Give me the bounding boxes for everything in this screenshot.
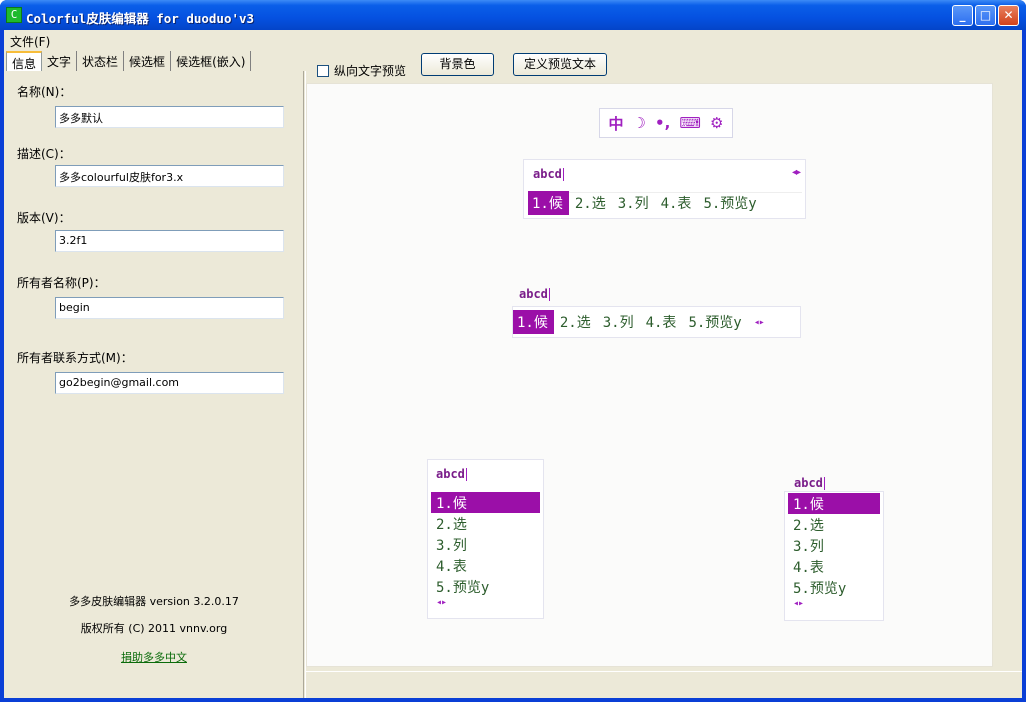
candidate-item: 5.预览y <box>703 196 757 212</box>
vertical-preview-label: 纵向文字预览 <box>334 64 407 78</box>
candidate-item: 5.预览y <box>688 315 742 331</box>
menu-file[interactable]: 文件(F) <box>10 33 50 50</box>
embedded-composition-vertical: abcd <box>794 476 825 490</box>
tab-statusbar[interactable]: 状态栏 <box>77 51 125 71</box>
candidate-item: 2.选 <box>436 517 467 533</box>
tab-candidates[interactable]: 候选框 <box>124 51 172 71</box>
tab-candidates-embedded[interactable]: 候选框(嵌入) <box>171 51 252 71</box>
composition-text: abcd <box>533 167 562 181</box>
version-label: 版本(V)： <box>17 211 71 225</box>
candidate-item: 2.选 <box>574 196 606 212</box>
app-icon: C <box>6 7 22 23</box>
about-version: 多多皮肤编辑器 version 3.2.0.17 <box>69 595 239 608</box>
candidate-item: 4.表 <box>645 315 677 331</box>
candidate-item: 3.列 <box>793 539 824 555</box>
define-preview-text-button[interactable]: 定义预览文本 <box>513 53 607 76</box>
embedded-composition: abcd <box>519 287 550 301</box>
version-field[interactable]: 3.2f1 <box>55 230 284 252</box>
candidate-item: 2.选 <box>793 518 824 534</box>
minimize-button[interactable]: _ <box>952 5 973 26</box>
name-label: 名称(N)： <box>17 85 72 99</box>
preview-area: 中 ☽ •, ⌨ ⚙ abcd ◂▸ 1.候 2.选 3.列 4.表 5.预览y <box>306 83 993 667</box>
candidate-item: 4.表 <box>436 559 467 575</box>
close-button[interactable]: ✕ <box>998 5 1019 26</box>
candidate-item-selected: 1.候 <box>528 191 569 215</box>
app-window: C Colorful皮肤编辑器 for duoduo'v3 _ □ ✕ 文件(F… <box>0 0 1026 702</box>
candidate-window-embedded-vertical: 1.候 2.选 3.列 4.表 5.预览y ◂▸ <box>784 491 884 621</box>
candidate-window-embedded: 1.候 2.选 3.列 4.表 5.预览y ◂▸ <box>512 306 801 338</box>
menu-bar: 文件(F) <box>4 30 1022 49</box>
chinese-mode-icon: 中 <box>608 114 624 133</box>
page-arrows-icon: ◂▸ <box>753 316 765 328</box>
candidate-item-selected: 1.候 <box>431 492 540 513</box>
statusbar-preview: 中 ☽ •, ⌨ ⚙ <box>599 108 733 138</box>
candidate-item: 5.预览y <box>436 580 490 596</box>
candidate-item: 3.列 <box>436 538 467 554</box>
contact-field[interactable]: go2begin@gmail.com <box>55 372 284 394</box>
bottom-divider <box>305 671 1022 672</box>
candidate-item: 3.列 <box>602 315 634 331</box>
client-area: 文件(F) 信息 文字 状态栏 候选框 候选框(嵌入) 名称(N)： 多多默认 … <box>4 30 1022 698</box>
page-arrows-icon: ◂▸ <box>436 597 447 608</box>
candidate-item: 4.表 <box>660 196 692 212</box>
contact-label: 所有者联系方式(M)： <box>17 351 133 365</box>
candidate-item: 4.表 <box>793 560 824 576</box>
candidate-window-vertical: abcd 1.候 2.选 3.列 4.表 5.预览y ◂▸ <box>427 459 544 619</box>
window-title: Colorful皮肤编辑器 for duoduo'v3 <box>26 11 255 26</box>
keyboard-icon: ⌨ <box>679 114 701 132</box>
settings-gear-icon: ⚙ <box>709 114 724 132</box>
candidate-window-horizontal: abcd ◂▸ 1.候 2.选 3.列 4.表 5.预览y <box>523 159 806 219</box>
candidate-item: 2.选 <box>559 315 591 331</box>
candidate-item: 5.预览y <box>793 581 847 597</box>
tab-info[interactable]: 信息 <box>6 51 43 71</box>
half-width-moon-icon: ☽ <box>632 114 646 132</box>
background-color-button[interactable]: 背景色 <box>421 53 494 76</box>
page-arrows-icon: ◂▸ <box>793 598 804 609</box>
vertical-preview-checkbox[interactable]: 纵向文字预览 <box>317 62 406 79</box>
maximize-button[interactable]: □ <box>975 5 996 26</box>
page-arrows-icon: ◂▸ <box>791 167 801 178</box>
candidate-item-selected: 1.候 <box>788 493 880 514</box>
desc-field[interactable]: 多多colourful皮肤for3.x <box>55 165 284 187</box>
donate-link[interactable]: 捐助多多中文 <box>121 651 187 664</box>
candidate-item-selected: 1.候 <box>513 310 554 334</box>
desc-label: 描述(C)： <box>17 147 71 161</box>
checkbox-box[interactable] <box>317 64 329 77</box>
punctuation-icon: •, <box>655 114 671 132</box>
owner-label: 所有者名称(P)： <box>17 276 106 290</box>
info-panel: 名称(N)： 多多默认 描述(C)： 多多colourful皮肤for3.x 版… <box>4 71 304 698</box>
about-copyright: 版权所有 (C) 2011 vnnv.org <box>80 622 228 635</box>
tab-strip: 信息 文字 状态栏 候选框 候选框(嵌入) <box>6 51 252 71</box>
name-field[interactable]: 多多默认 <box>55 106 284 128</box>
candidate-item: 3.列 <box>617 196 649 212</box>
title-bar[interactable]: C Colorful皮肤编辑器 for duoduo'v3 _ □ ✕ <box>0 0 1026 30</box>
tab-text[interactable]: 文字 <box>42 51 78 71</box>
owner-field[interactable]: begin <box>55 297 284 319</box>
